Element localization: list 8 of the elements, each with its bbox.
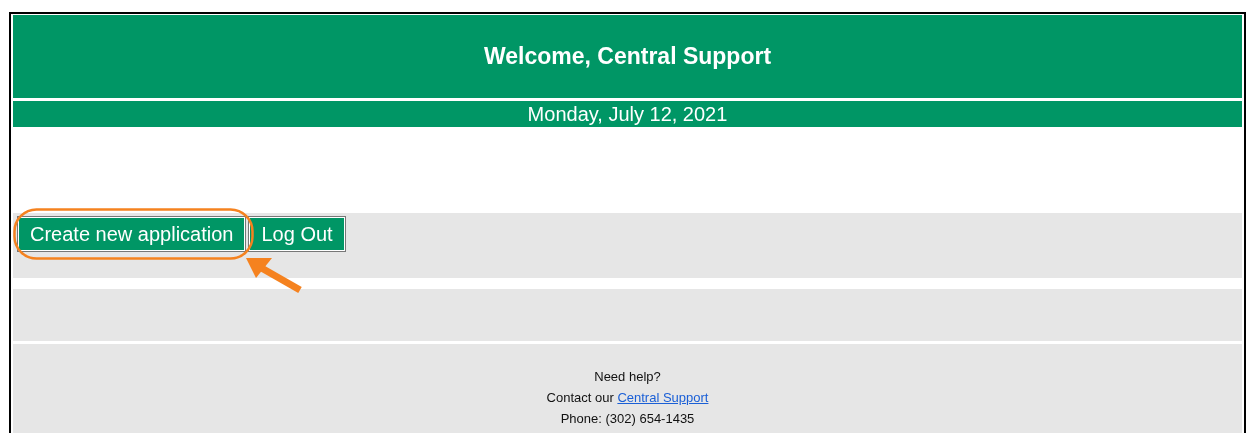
create-application-button[interactable]: Create new application [18, 217, 246, 251]
date-text: Monday, July 12, 2021 [527, 102, 728, 127]
support-link[interactable]: Central Support [617, 390, 709, 405]
help-question: Need help? [594, 368, 661, 386]
welcome-title: Welcome, Central Support [483, 42, 772, 72]
phone-number: Phone: (302) 654-1435 [560, 410, 695, 428]
log-out-button[interactable]: Log Out [249, 217, 345, 251]
contact-text: Contact our Central Support [546, 389, 709, 407]
